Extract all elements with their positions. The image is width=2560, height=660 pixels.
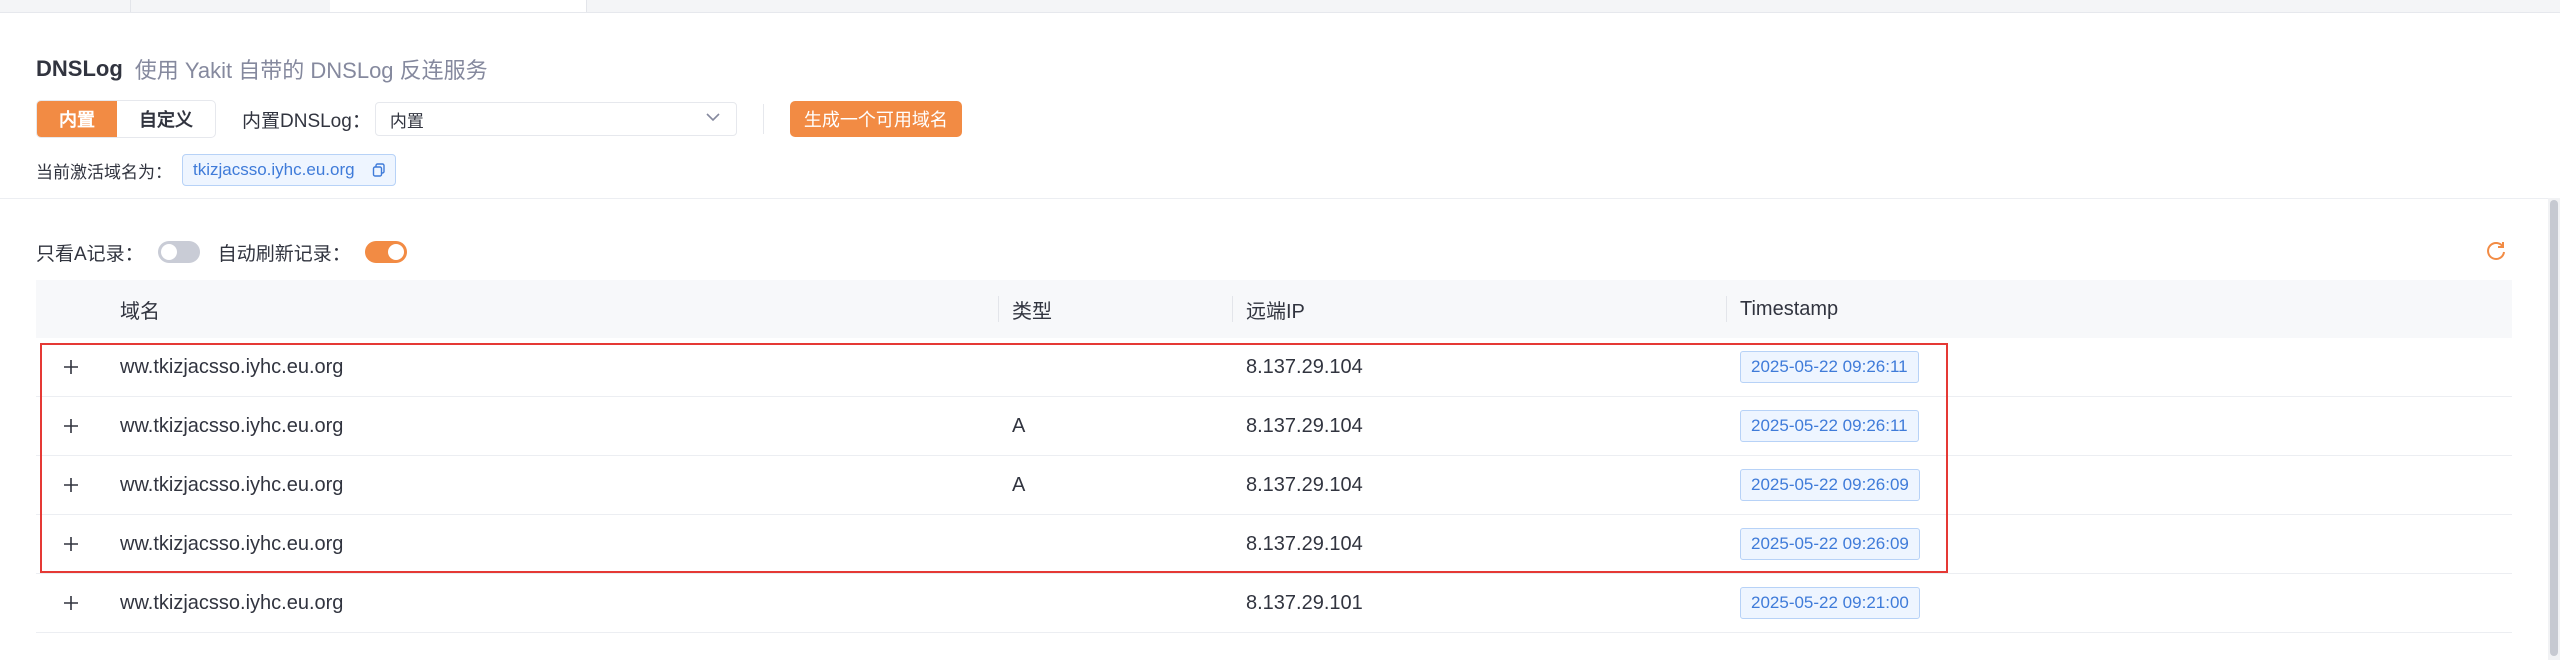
expand-row-icon[interactable] — [60, 533, 82, 555]
auto-refresh-switch[interactable] — [364, 241, 407, 263]
row-timestamp: 2025-05-22 09:21:00 — [1740, 587, 1920, 619]
row-type: A — [1012, 473, 1026, 496]
row-timestamp: 2025-05-22 09:26:11 — [1740, 351, 1919, 383]
top-tab[interactable] — [130, 0, 331, 12]
builtin-dnslog-select[interactable]: 内置 — [374, 102, 737, 136]
row-domain: ww.tkizjacsso.iyhc.eu.org — [120, 473, 344, 496]
row-type: A — [1012, 414, 1026, 437]
mode-toggle: 内置 自定义 — [36, 100, 216, 138]
table-row[interactable]: ww.tkizjacsso.iyhc.eu.org 8.137.29.101 2… — [36, 574, 2512, 633]
builtin-dnslog-label: 内置DNSLog： — [242, 110, 371, 132]
table-row[interactable]: ww.tkizjacsso.iyhc.eu.org 8.137.29.104 2… — [36, 515, 2512, 574]
page-subtitle: 使用 Yakit 自带的 DNSLog 反连服务 — [134, 58, 488, 83]
auto-refresh-label: 自动刷新记录： — [217, 243, 351, 265]
generate-domain-button[interactable]: 生成一个可用域名 — [789, 101, 962, 137]
row-remote-ip: 8.137.29.104 — [1246, 473, 1363, 496]
top-tab-active[interactable] — [330, 0, 587, 12]
row-remote-ip: 8.137.29.104 — [1246, 532, 1363, 555]
column-header-timestamp: Timestamp — [1740, 297, 1839, 320]
column-header-remote-ip: 远端IP — [1246, 300, 1305, 323]
column-header-type: 类型 — [1012, 300, 1052, 323]
chevron-down-icon — [704, 108, 722, 131]
top-tab[interactable] — [0, 0, 131, 12]
table-row[interactable]: ww.tkizjacsso.iyhc.eu.org A 8.137.29.104… — [36, 397, 2512, 456]
only-a-record-switch[interactable] — [157, 241, 200, 263]
mode-option-custom[interactable]: 自定义 — [117, 101, 215, 137]
divider — [762, 104, 764, 134]
dnslog-table: 域名 类型 远端IP Timestamp ww.tkizjacsso.iyhc.… — [36, 280, 2512, 633]
table-header: 域名 类型 远端IP Timestamp — [36, 280, 2512, 338]
active-domain-value: tkizjacsso.iyhc.eu.org — [193, 160, 355, 179]
dnslog-header: DNSLog 使用 Yakit 自带的 DNSLog 反连服务 内置 自定义 内… — [0, 12, 2548, 199]
table-row[interactable]: ww.tkizjacsso.iyhc.eu.org 8.137.29.104 2… — [36, 338, 2512, 397]
active-domain-tag: tkizjacsso.iyhc.eu.org — [182, 154, 396, 186]
expand-row-icon[interactable] — [60, 474, 82, 496]
active-domain-label: 当前激活域名为： — [36, 162, 172, 182]
vertical-scrollbar[interactable] — [2548, 198, 2560, 660]
row-timestamp: 2025-05-22 09:26:09 — [1740, 469, 1920, 501]
expand-row-icon[interactable] — [60, 415, 82, 437]
row-domain: ww.tkizjacsso.iyhc.eu.org — [120, 532, 344, 555]
column-header-domain: 域名 — [120, 300, 160, 323]
refresh-icon[interactable] — [2483, 238, 2509, 264]
row-timestamp: 2025-05-22 09:26:09 — [1740, 528, 1920, 560]
row-domain: ww.tkizjacsso.iyhc.eu.org — [120, 414, 344, 437]
row-domain: ww.tkizjacsso.iyhc.eu.org — [120, 355, 344, 378]
page-title: DNSLog — [36, 56, 123, 81]
mode-option-builtin[interactable]: 内置 — [37, 101, 117, 137]
table-row[interactable]: ww.tkizjacsso.iyhc.eu.org A 8.137.29.104… — [36, 456, 2512, 515]
expand-row-icon[interactable] — [60, 356, 82, 378]
row-domain: ww.tkizjacsso.iyhc.eu.org — [120, 591, 344, 614]
copy-icon[interactable] — [371, 162, 387, 178]
row-remote-ip: 8.137.29.101 — [1246, 591, 1363, 614]
expand-row-icon[interactable] — [60, 592, 82, 614]
row-timestamp: 2025-05-22 09:26:11 — [1740, 410, 1919, 442]
only-a-record-label: 只看A记录： — [36, 243, 144, 265]
row-remote-ip: 8.137.29.104 — [1246, 355, 1363, 378]
builtin-dnslog-value: 内置 — [389, 111, 424, 131]
row-remote-ip: 8.137.29.104 — [1246, 414, 1363, 437]
